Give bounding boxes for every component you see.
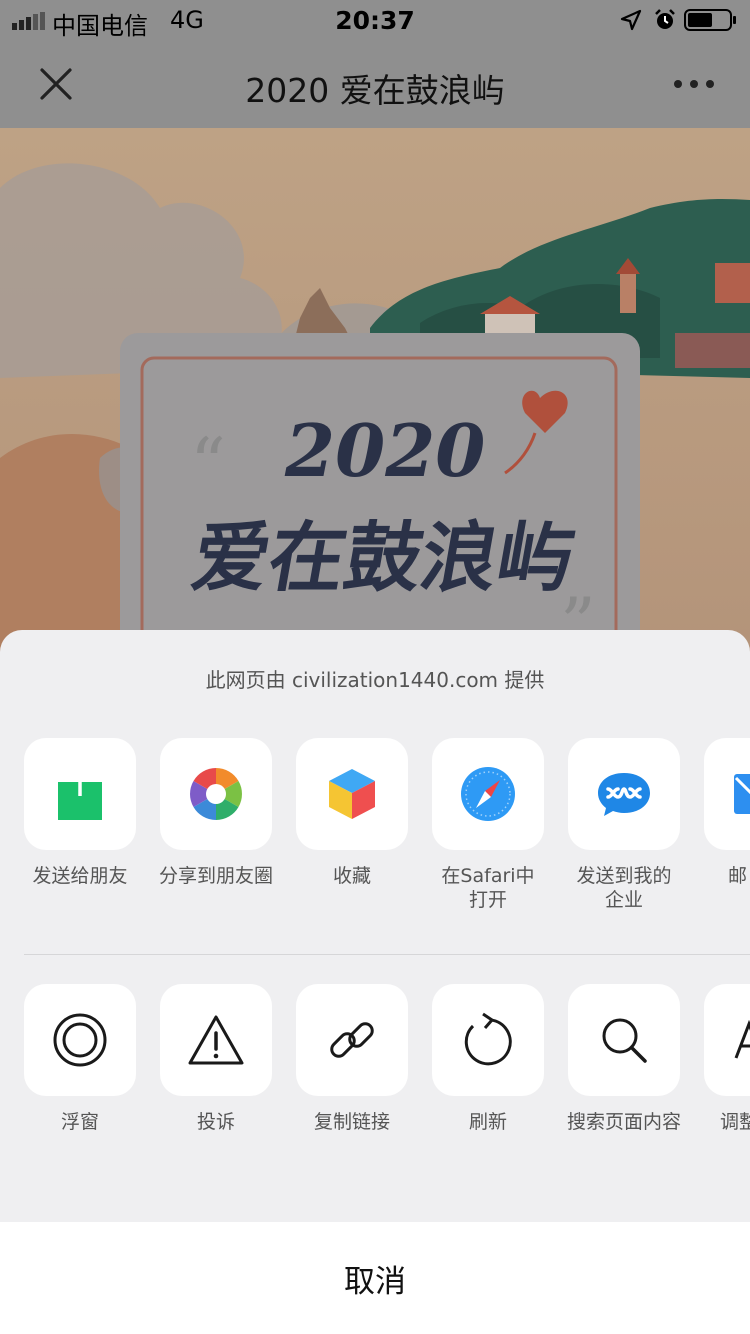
alarm-icon [655,9,675,29]
web-page-content: “ ” 2020 爱在鼓浪屿 [0,128,750,688]
action-copy-link-label: 复制链接 [313,1111,390,1133]
action-floating-window-tile[interactable] [24,984,136,1096]
share-targets-row: 发送给朋友 分享到朋友圈 收藏 在Safari中 打开 发送到我的 企业 邮 [0,738,750,938]
share-moments-tile[interactable] [160,738,272,850]
wework-icon [598,773,650,816]
action-search-page[interactable]: 搜索页面内容 [556,984,692,1134]
share-moments-label: 分享到朋友圈 [158,865,273,887]
page-actions-row: 浮窗 投诉 复制链接 刷新 搜索页面内容 调整 [0,984,750,1184]
link-icon [330,1022,374,1058]
share-send-to-enterprise-tile[interactable] [568,738,680,850]
card-title: 爱在鼓浪屿 [186,513,582,602]
share-open-in-safari-label: 在Safari中 打开 [441,865,535,911]
refresh-icon [464,1012,512,1066]
share-favorite-label: 收藏 [332,865,371,887]
row-divider [24,954,750,955]
favorite-cube-icon [329,769,375,819]
action-report-tile[interactable] [160,984,272,1096]
share-action-sheet: 此网页由 civilization1440.com 提供 发送给朋友 分享到朋友… [0,630,750,1334]
svg-text:“: “ [190,423,226,505]
action-refresh-tile[interactable] [432,984,544,1096]
share-send-to-friend[interactable]: 发送给朋友 [12,738,148,888]
card-year: 2020 [285,408,486,493]
share-send-to-enterprise-label: 发送到我的 企业 [576,865,672,911]
search-icon [602,1018,647,1063]
moments-icon [190,768,242,820]
share-mail-tile[interactable] [704,738,750,850]
page-title: 2020 爱在鼓浪屿 [245,71,505,110]
action-copy-link[interactable]: 复制链接 [284,984,420,1134]
safari-compass-icon [461,767,515,821]
share-moments[interactable]: 分享到朋友圈 [148,738,284,888]
share-send-to-friend-label: 发送给朋友 [32,865,128,887]
status-bar: 中国电信 4G 20:37 [0,0,750,40]
provider-text: 此网页由 civilization1440.com 提供 [205,668,545,692]
action-copy-link-tile[interactable] [296,984,408,1096]
action-refresh-label: 刷新 [468,1111,507,1133]
action-report[interactable]: 投诉 [148,984,284,1134]
action-font-size-tile[interactable] [704,984,750,1096]
share-open-in-safari[interactable]: 在Safari中 打开 [420,738,556,912]
action-font-size-label: 调整 [720,1111,750,1133]
share-favorite-tile[interactable] [296,738,408,850]
share-send-to-enterprise[interactable]: 发送到我的 企业 [556,738,692,912]
floating-window-icon [53,1013,107,1067]
send-to-friend-icon [58,767,102,820]
battery-icon [684,9,736,31]
action-font-size[interactable]: 调整 [692,984,750,1134]
share-open-in-safari-tile[interactable] [432,738,544,850]
share-mail[interactable]: 邮 [692,738,750,888]
location-arrow-icon [620,9,642,31]
nav-bar: 2020 爱在鼓浪屿 [0,40,750,128]
share-mail-label: 邮 [728,865,748,887]
more-icon[interactable] [670,72,718,96]
cancel-button[interactable]: 取消 [0,1222,750,1334]
action-refresh[interactable]: 刷新 [420,984,556,1134]
action-floating-window[interactable]: 浮窗 [12,984,148,1134]
action-report-label: 投诉 [196,1111,235,1133]
action-floating-window-label: 浮窗 [60,1111,99,1133]
font-size-icon [734,1020,750,1059]
action-search-page-tile[interactable] [568,984,680,1096]
warning-icon [188,1015,244,1065]
mail-icon [734,774,750,814]
share-send-to-friend-tile[interactable] [24,738,136,850]
action-search-page-label: 搜索页面内容 [566,1111,681,1133]
share-favorite[interactable]: 收藏 [284,738,420,888]
